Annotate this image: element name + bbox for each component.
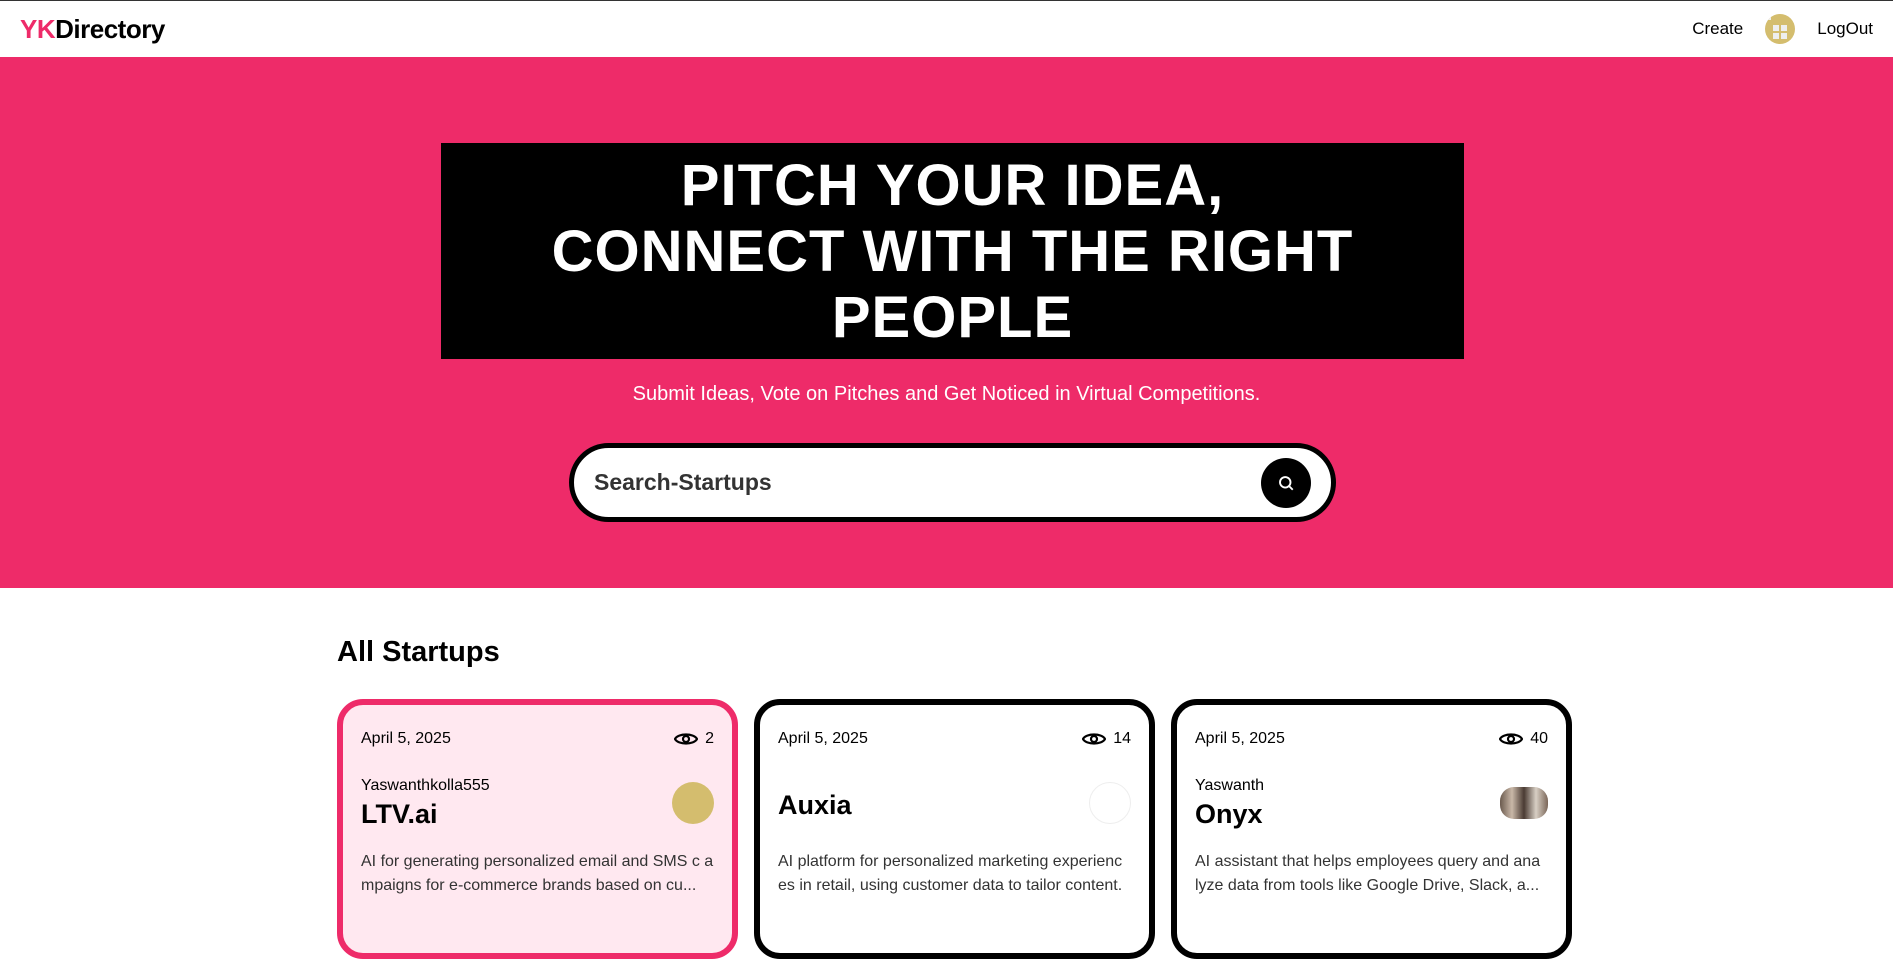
search-icon (1279, 475, 1294, 490)
author-avatar[interactable] (672, 782, 714, 824)
card-date: April 5, 2025 (361, 730, 451, 747)
search-input[interactable] (594, 469, 1261, 496)
card-title[interactable]: LTV.ai (361, 799, 490, 830)
eye-icon (1499, 733, 1524, 745)
author-avatar[interactable] (1089, 782, 1131, 824)
navbar: YKDirectory Create LogOut (0, 1, 1893, 57)
search-form (569, 443, 1336, 522)
user-avatar[interactable] (1765, 14, 1796, 44)
hero: PITCH YOUR IDEA, CONNECT WITH THE RIGHT … (0, 57, 1893, 588)
card-description: AI assistant that helps employees query … (1195, 853, 1541, 894)
startup-card[interactable]: April 5, 2025 2 Yaswanthkolla555 LTV.ai A… (337, 699, 738, 959)
card-author[interactable]: Yaswanth (1195, 777, 1264, 795)
section-title: All Startups (337, 636, 500, 668)
author-avatar[interactable] (1500, 787, 1548, 819)
card-title[interactable]: Auxia (778, 790, 852, 821)
card-date: April 5, 2025 (1195, 730, 1285, 747)
card-description: AI platform for personalized marketing e… (778, 853, 1123, 894)
logout-link[interactable]: LogOut (1817, 19, 1873, 39)
startup-card[interactable]: April 5, 2025 14 Auxia AI platform for p… (754, 699, 1155, 959)
hero-subtitle: Submit Ideas, Vote on Pitches and Get No… (632, 383, 1261, 405)
view-count: 40 (1530, 730, 1548, 747)
hero-headline: PITCH YOUR IDEA, CONNECT WITH THE RIGHT … (441, 143, 1464, 359)
card-title[interactable]: Onyx (1195, 799, 1264, 830)
view-count: 2 (705, 730, 714, 747)
view-count: 14 (1113, 730, 1131, 747)
create-link[interactable]: Create (1692, 19, 1743, 39)
card-description: AI for generating personalized email and… (361, 853, 714, 894)
logo[interactable]: YKDirectory (20, 14, 165, 45)
card-author[interactable]: Yaswanthkolla555 (361, 777, 490, 795)
eye-icon (1082, 733, 1107, 745)
search-button[interactable] (1261, 457, 1311, 508)
startup-card[interactable]: April 5, 2025 40 Yaswanth Onyx AI assista… (1171, 699, 1572, 959)
card-date: April 5, 2025 (778, 730, 868, 747)
eye-icon (674, 733, 699, 745)
